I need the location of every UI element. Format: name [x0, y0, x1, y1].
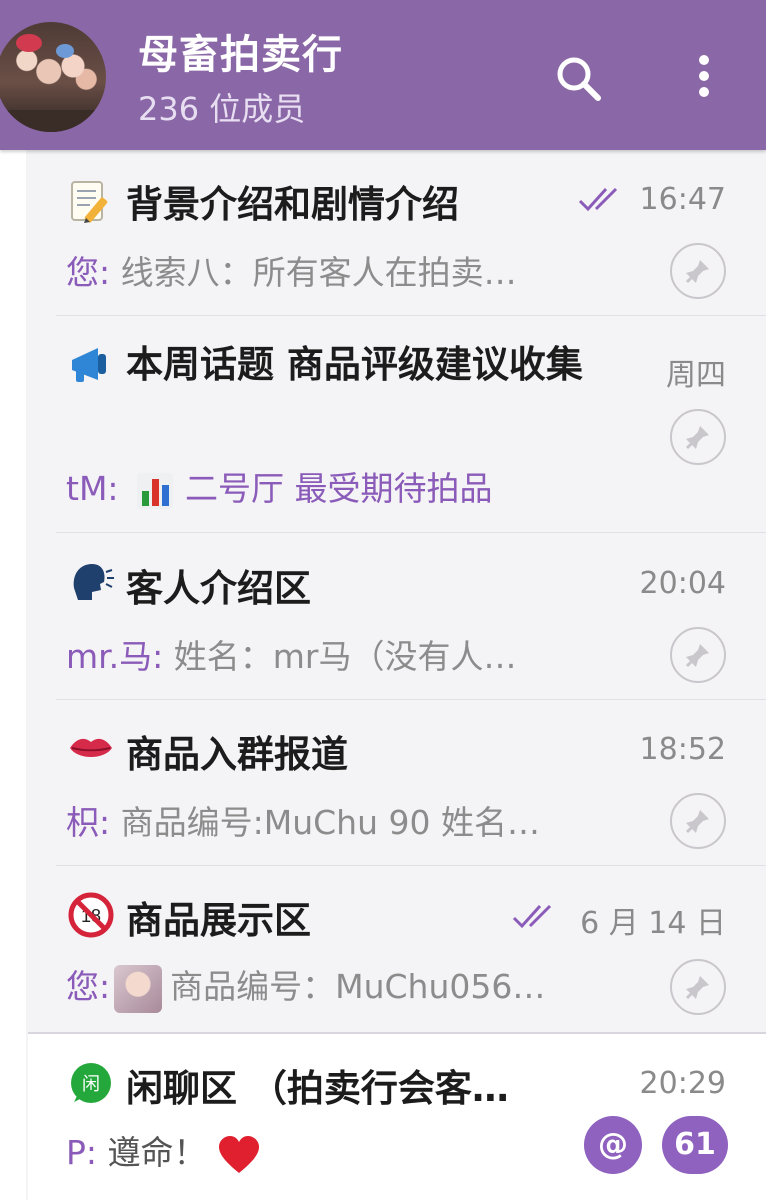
list-left-gutter: [0, 150, 26, 1200]
bar-chart-icon: [137, 472, 174, 509]
preview-text: 商品编号：MuChu056…: [170, 967, 546, 1006]
chat-time: 20:29: [639, 1066, 726, 1101]
chat-time: 6 月 14 日: [580, 906, 726, 941]
no-entry-icon: 18: [68, 892, 114, 938]
chat-title: 闲聊区 （拍卖行会客…: [126, 1067, 509, 1110]
search-icon[interactable]: [552, 52, 608, 108]
more-vert-icon[interactable]: [684, 52, 724, 108]
chat-title: 客人介绍区: [126, 567, 311, 610]
preview-sender: tM:: [66, 469, 119, 508]
lips-icon: [70, 738, 112, 757]
chat-title: 商品展示区: [126, 899, 311, 942]
chat-title: 本周话题 商品评级建议收集: [126, 343, 583, 386]
group-title[interactable]: 母畜拍卖行: [138, 22, 343, 80]
preview-sender: P:: [66, 1133, 98, 1172]
mention-badge[interactable]: @: [584, 1116, 642, 1174]
unread-count-badge[interactable]: 61: [662, 1116, 728, 1174]
preview-text: 二号厅 最受期待拍品: [185, 469, 493, 508]
pin-icon[interactable]: [670, 409, 726, 465]
chat-preview: mr.马: 姓名：mr马（没有人…: [66, 630, 517, 678]
preview-sender: mr.马:: [66, 637, 164, 676]
pin-icon[interactable]: [670, 627, 726, 683]
preview-sender: 您:: [66, 253, 111, 292]
group-avatar[interactable]: [0, 22, 106, 132]
chat-title: 背景介绍和剧情介绍: [126, 183, 459, 226]
chat-preview: 您: 商品编号：MuChu056…: [66, 960, 545, 1013]
chat-preview: 您: 线索八：所有客人在拍卖…: [66, 246, 517, 294]
chat-time: 20:04: [639, 566, 726, 601]
read-ticks-icon: [578, 187, 618, 212]
chat-time: 16:47: [639, 182, 726, 217]
xian-badge-icon: 闲: [71, 1063, 111, 1103]
chat-list-screen: 母畜拍卖行 236 位成员 背景介绍和剧情介绍 16:47 您: 线索八：所有客…: [0, 0, 766, 1200]
chat-title: 商品入群报道: [126, 733, 348, 776]
preview-text: 商品编号:MuChu 90 姓名…: [110, 803, 540, 842]
chat-preview: 枳: 商品编号:MuChu 90 姓名…: [66, 796, 540, 844]
memo-icon: [71, 181, 108, 223]
pin-icon[interactable]: [670, 243, 726, 299]
svg-text:闲: 闲: [82, 1074, 100, 1095]
preview-sender: 枳:: [66, 803, 111, 842]
read-ticks-icon: [512, 904, 552, 929]
preview-text: 姓名：mr马（没有人…: [163, 637, 517, 676]
chat-time: 18:52: [639, 732, 726, 767]
app-header: 母畜拍卖行 236 位成员: [0, 0, 766, 150]
member-count: 236 位成员: [138, 90, 306, 128]
preview-text: 线索八：所有客人在拍卖…: [110, 253, 517, 292]
chat-preview: tM: 二号厅 最受期待拍品: [66, 462, 493, 511]
pin-icon[interactable]: [670, 793, 726, 849]
chat-time: 周四: [666, 358, 726, 393]
heart-icon: [218, 1135, 259, 1173]
pin-icon[interactable]: [670, 959, 726, 1015]
megaphone-icon: [72, 348, 106, 382]
chat-preview: P: 遵命！: [66, 1126, 261, 1175]
speaking-head-icon: [73, 564, 114, 600]
preview-sender: 您:: [66, 967, 111, 1006]
preview-text: 遵命！: [97, 1133, 207, 1172]
image-thumbnail: [114, 964, 163, 1013]
